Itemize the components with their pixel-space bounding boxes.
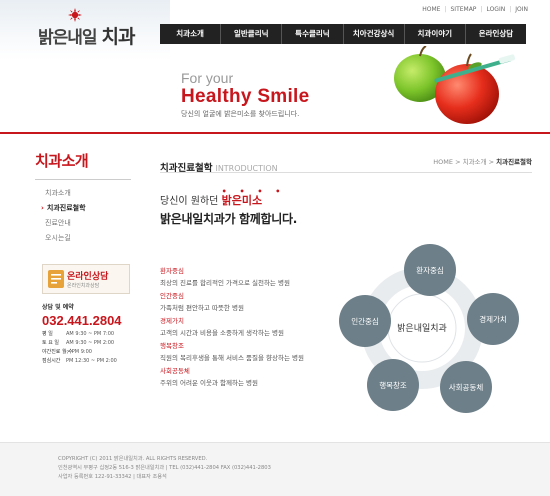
hours-day: 점심시간 bbox=[42, 358, 61, 364]
nav-item-special-clinic[interactable]: 특수클리닉 bbox=[282, 24, 344, 44]
slogan-dots: • • • • bbox=[221, 187, 286, 196]
diagram-node-label: 환자중심 bbox=[416, 265, 444, 275]
breadcrumb-about[interactable]: 치과소개 bbox=[463, 158, 487, 166]
side-nav-item-about[interactable]: 치과소개 bbox=[35, 186, 135, 201]
breadcrumb: HOME > 치과소개 > 치과진료철학 bbox=[433, 158, 532, 166]
slogan-pre: 당신이 원하던 bbox=[160, 196, 219, 207]
side-nav: 치과소개 치과소개 치과진료철학 진료안내 오시는길 bbox=[35, 150, 135, 246]
value-description: 직원의 복리후생을 통해 서비스 품질을 향상하는 병원 bbox=[160, 354, 304, 362]
util-login-link[interactable]: LOGIN bbox=[486, 6, 505, 13]
slogan-line-1: 당신이 원하던 • • • • 밝은미소 bbox=[160, 187, 281, 208]
content-divider bbox=[160, 172, 532, 173]
nav-item-stories[interactable]: 치과이야기 bbox=[405, 24, 466, 44]
hours-time: PM 12:30 ~ PM 2:00 bbox=[66, 358, 117, 364]
hours-row: 평 일 AM 9:30 ~ PM 7:00 bbox=[42, 330, 134, 339]
logo[interactable]: 밝은내일 치과 bbox=[38, 8, 138, 49]
value-description: 주위의 어려운 이웃과 함께하는 병원 bbox=[160, 379, 258, 387]
side-nav-title: 치과소개 bbox=[35, 152, 89, 170]
header-divider bbox=[0, 132, 550, 134]
value-description: 최상의 진료를 합리적인 가격으로 실천하는 병원 bbox=[160, 279, 290, 287]
footer-address: 인천광역시 부평구 십정2동 516-3 밝은내일치과 | TEL (032)4… bbox=[58, 465, 271, 471]
nav-item-about[interactable]: 치과소개 bbox=[160, 24, 222, 44]
hours-time: AM 9:30 ~ PM 2:00 bbox=[66, 340, 115, 346]
diagram-node-label: 행복창조 bbox=[379, 380, 407, 390]
util-join-link[interactable]: JOIN bbox=[515, 6, 528, 13]
value-heading: 사회공동체 bbox=[160, 367, 190, 375]
phone-number: 032.441.2804 bbox=[42, 313, 122, 328]
logo-sun-icon bbox=[68, 8, 82, 22]
diagram-node-label: 인간중심 bbox=[351, 316, 379, 326]
side-nav-item-directions[interactable]: 오시는길 bbox=[35, 231, 135, 246]
nav-item-dental-health[interactable]: 치아건강상식 bbox=[344, 24, 405, 44]
consult-title: 온라인상담 bbox=[67, 272, 109, 282]
main-nav: 치과소개 일반클리닉 특수클리닉 치아건강상식 치과이야기 온라인상담 bbox=[160, 24, 526, 44]
diagram-center-label: 밝은내일치과 bbox=[397, 322, 447, 334]
footer-copyright: COPYRIGHT (C) 2011 밝은내일치과. ALL RIGHTS RE… bbox=[58, 456, 208, 462]
hours-time: AM 9:30 ~ PM 7:00 bbox=[66, 331, 115, 337]
logo-text: 밝은내일 치과 bbox=[38, 22, 135, 49]
util-sitemap-link[interactable]: SITEMAP bbox=[450, 6, 476, 13]
hours-day: 평 일 bbox=[42, 331, 53, 337]
value-heading: 경제가치 bbox=[160, 317, 184, 325]
footer: COPYRIGHT (C) 2011 밝은내일치과. ALL RIGHTS RE… bbox=[0, 442, 550, 496]
side-nav-item-guide[interactable]: 진료안내 bbox=[35, 216, 135, 231]
logo-text-a: 밝은내일 bbox=[38, 28, 98, 48]
value-description: 가족처럼 편안하고 따뜻한 병원 bbox=[160, 304, 244, 312]
phone-info: 상담 및 예약 032.441.2804 평 일 AM 9:30 ~ PM 7:0… bbox=[42, 302, 134, 366]
slogan-emphasis: • • • • 밝은미소 bbox=[222, 187, 281, 207]
consult-subtitle: 온라인치과상담 bbox=[67, 283, 100, 289]
hours-day: 야간진료 월,수 bbox=[42, 349, 73, 355]
logo-text-b: 치과 bbox=[101, 26, 135, 48]
util-home-link[interactable]: HOME bbox=[422, 6, 440, 13]
online-consult-banner[interactable]: 온라인상담 온라인치과상담 bbox=[42, 264, 130, 294]
nav-item-general-clinic[interactable]: 일반클리닉 bbox=[221, 24, 283, 44]
hero-title: Healthy Smile bbox=[181, 86, 310, 107]
slogan-line-2: 밝은내일치과가 함께합니다. bbox=[160, 212, 298, 226]
side-nav-divider bbox=[35, 179, 131, 180]
value-heading: 인간중심 bbox=[160, 292, 184, 300]
header: 밝은내일 치과 HOME | SITEMAP | LOGIN | JOIN 치과소개 일반클… bbox=[0, 0, 550, 136]
side-nav-item-philosophy[interactable]: 치과진료철학 bbox=[35, 201, 135, 216]
hours-row: 토 요 일 AM 9:30 ~ PM 2:00 bbox=[42, 339, 134, 348]
value-heading: 환자중심 bbox=[160, 267, 184, 275]
hero-subtitle: 당신의 얼굴에 밝은미소를 찾아드립니다. bbox=[181, 110, 300, 118]
nav-item-online-consult[interactable]: 온라인상담 bbox=[466, 24, 526, 44]
breadcrumb-current: 치과진료철학 bbox=[496, 158, 532, 166]
values-diagram: 밝은내일치과 환자중심 경제가치 사회공동체 행복창조 인간중심 bbox=[339, 244, 519, 413]
diagram-node-label: 경제가치 bbox=[479, 314, 507, 324]
consult-card-icon bbox=[48, 270, 64, 288]
side-nav-list: 치과소개 치과진료철학 진료안내 오시는길 bbox=[35, 186, 135, 246]
value-heading: 행복창조 bbox=[160, 342, 184, 350]
phone-label: 상담 및 예약 bbox=[42, 304, 74, 311]
footer-business-info: 사업자 등록번호 122-91-33342 | 대표자 조용석 bbox=[58, 474, 167, 480]
hours-row: 점심시간 PM 12:30 ~ PM 2:00 bbox=[42, 357, 134, 366]
utility-links: HOME | SITEMAP | LOGIN | JOIN bbox=[422, 6, 528, 13]
hours-day: 토 요 일 bbox=[42, 340, 59, 346]
hero-for-your: For your bbox=[181, 70, 234, 86]
apples-toothbrush-image bbox=[394, 46, 516, 124]
diagram-node-label: 사회공동체 bbox=[449, 382, 484, 392]
hours-row: 야간진료 월,수 ~ PM 9:00 bbox=[42, 348, 134, 357]
value-description: 고객의 시간과 비용을 소중하게 생각하는 병원 bbox=[160, 329, 284, 337]
hero-banner: For your Healthy Smile 당신의 얼굴에 밝은미소를 찾아드… bbox=[160, 46, 550, 130]
office-hours: 평 일 AM 9:30 ~ PM 7:00 토 요 일 AM 9:30 ~ PM 2… bbox=[42, 330, 134, 366]
hours-time: ~ PM 9:00 bbox=[66, 349, 92, 355]
values-list: 환자중심 최상의 진료를 합리적인 가격으로 실천하는 병원 인간중심 가족처럼… bbox=[160, 266, 340, 391]
breadcrumb-home[interactable]: HOME bbox=[433, 158, 453, 166]
